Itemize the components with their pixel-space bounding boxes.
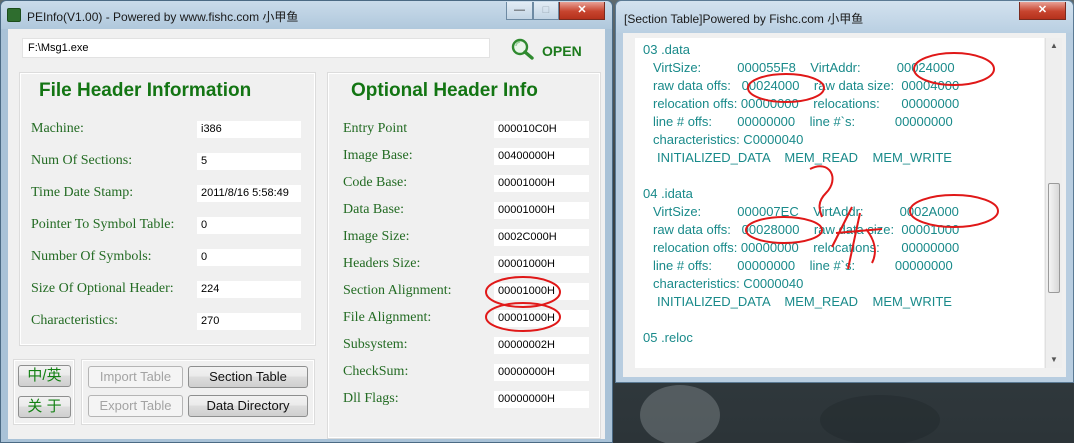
- code-base-value: 00001000H: [494, 175, 589, 192]
- data-base-label: Data Base:: [343, 202, 405, 217]
- file-alignment-label: File Alignment:: [343, 310, 432, 325]
- time-date-stamp-label: Time Date Stamp:: [31, 185, 134, 200]
- time-date-stamp-value: 2011/8/16 5:58:49: [197, 185, 301, 202]
- scroll-up-icon[interactable]: ▲: [1046, 38, 1062, 54]
- peinfo-window-title: PEInfo(V1.00) - Powered by www.fishc.com…: [27, 10, 299, 24]
- open-button[interactable]: OPEN: [542, 43, 582, 59]
- section-table-button[interactable]: Section Table: [188, 366, 308, 388]
- section-close-button[interactable]: ✕: [1019, 2, 1066, 20]
- section-table-client: 03 .data VirtSize: 000055F8 VirtAddr: 00…: [623, 33, 1066, 377]
- section-header-data: 03 .data: [643, 42, 690, 57]
- code-base-label: Code Base:: [343, 175, 408, 190]
- import-table-button[interactable]: Import Table: [88, 366, 183, 388]
- machine-value: i386: [197, 121, 301, 138]
- section-line: VirtSize: 000055F8 VirtAddr: 00024000: [653, 60, 955, 75]
- maximize-button[interactable]: □: [533, 2, 559, 20]
- section-flags-line: INITIALIZED_DATA MEM_READ MEM_WRITE: [657, 150, 952, 165]
- about-button[interactable]: 关 于: [18, 396, 71, 418]
- data-directory-button[interactable]: Data Directory: [188, 395, 308, 417]
- num-sections-value: 5: [197, 153, 301, 170]
- scroll-down-icon[interactable]: ▼: [1046, 352, 1062, 368]
- language-toggle-button[interactable]: 中/英: [18, 365, 71, 387]
- section-table-titlebar[interactable]: [Section Table]Powered by Fishc.com 小甲鱼 …: [616, 1, 1073, 33]
- image-size-value: 0002C000H: [494, 229, 589, 246]
- subsystem-value: 00000002H: [494, 337, 589, 354]
- characteristics-value: 270: [197, 313, 301, 330]
- section-table-text: 03 .data VirtSize: 000055F8 VirtAddr: 00…: [635, 38, 1044, 368]
- peinfo-titlebar[interactable]: PEInfo(V1.00) - Powered by www.fishc.com…: [1, 1, 612, 29]
- desktop-background-shape: [820, 395, 940, 443]
- section-line: VirtSize: 000007EC VirtAddr: 0002A000: [653, 204, 959, 219]
- file-path-input[interactable]: F:\Msg1.exe: [22, 38, 490, 58]
- section-alignment-value: 00001000H: [494, 283, 589, 300]
- checksum-value: 00000000H: [494, 364, 589, 381]
- section-table-window: [Section Table]Powered by Fishc.com 小甲鱼 …: [615, 0, 1074, 383]
- section-line: characteristics: C0000040: [653, 276, 804, 291]
- section-flags-line: INITIALIZED_DATA MEM_READ MEM_WRITE: [657, 294, 952, 309]
- image-base-value: 00400000H: [494, 148, 589, 165]
- headers-size-label: Headers Size:: [343, 256, 421, 271]
- number-of-symbols-value: 0: [197, 249, 301, 266]
- optional-header-title: Optional Header Info: [351, 80, 538, 101]
- section-header-reloc: 05 .reloc: [643, 330, 693, 345]
- section-header-idata: 04 .idata: [643, 186, 693, 201]
- section-line: line # offs: 00000000 line #`s: 00000000: [653, 114, 953, 129]
- section-alignment-label: Section Alignment:: [343, 283, 452, 298]
- file-header-title: File Header Information: [39, 80, 252, 101]
- scroll-thumb[interactable]: [1048, 183, 1060, 293]
- minimize-button[interactable]: —: [506, 2, 533, 20]
- section-table-scrollbar[interactable]: ▲ ▼: [1045, 38, 1062, 368]
- section-line: raw data offs: 00024000 raw data size: 0…: [653, 78, 960, 93]
- characteristics-label: Characteristics:: [31, 313, 119, 328]
- headers-size-value: 00001000H: [494, 256, 589, 273]
- size-optional-header-label: Size Of Optional Header:: [31, 281, 174, 296]
- peinfo-window: PEInfo(V1.00) - Powered by www.fishc.com…: [0, 0, 613, 443]
- file-alignment-value: 00001000H: [494, 310, 589, 327]
- peinfo-client-area: F:\Msg1.exe OPEN File Header Information…: [8, 29, 605, 439]
- magnifier-icon[interactable]: [510, 38, 534, 60]
- entry-point-value: 000010C0H: [494, 121, 589, 138]
- section-table-window-title: [Section Table]Powered by Fishc.com 小甲鱼: [624, 12, 864, 26]
- export-table-button[interactable]: Export Table: [88, 395, 183, 417]
- entry-point-label: Entry Point: [343, 121, 408, 136]
- app-icon: [7, 8, 21, 22]
- section-line: raw data offs: 00028000 raw data size: 0…: [653, 222, 960, 237]
- image-base-label: Image Base:: [343, 148, 413, 163]
- section-line: line # offs: 00000000 line #`s: 00000000: [653, 258, 953, 273]
- section-line: relocation offs: 00000000 relocations: 0…: [653, 96, 960, 111]
- optional-header-group: Optional Header Info Entry Point 000010C…: [327, 72, 601, 439]
- pointer-symbol-table-value: 0: [197, 217, 301, 234]
- num-sections-label: Num Of Sections:: [31, 153, 133, 168]
- checksum-label: CheckSum:: [343, 364, 409, 379]
- dll-flags-label: Dll Flags:: [343, 391, 399, 406]
- subsystem-label: Subsystem:: [343, 337, 408, 352]
- section-line: relocation offs: 00000000 relocations: 0…: [653, 240, 960, 255]
- number-of-symbols-label: Number Of Symbols:: [31, 249, 152, 264]
- section-line: characteristics: C0000040: [653, 132, 804, 147]
- pointer-symbol-table-label: Pointer To Symbol Table:: [31, 217, 175, 232]
- machine-label: Machine:: [31, 121, 84, 136]
- size-optional-header-value: 224: [197, 281, 301, 298]
- desktop-background: [640, 385, 720, 443]
- file-header-group: File Header Information Machine: i386 Nu…: [19, 72, 316, 346]
- dll-flags-value: 00000000H: [494, 391, 589, 408]
- data-base-value: 00001000H: [494, 202, 589, 219]
- close-button[interactable]: ✕: [559, 2, 605, 20]
- image-size-label: Image Size:: [343, 229, 410, 244]
